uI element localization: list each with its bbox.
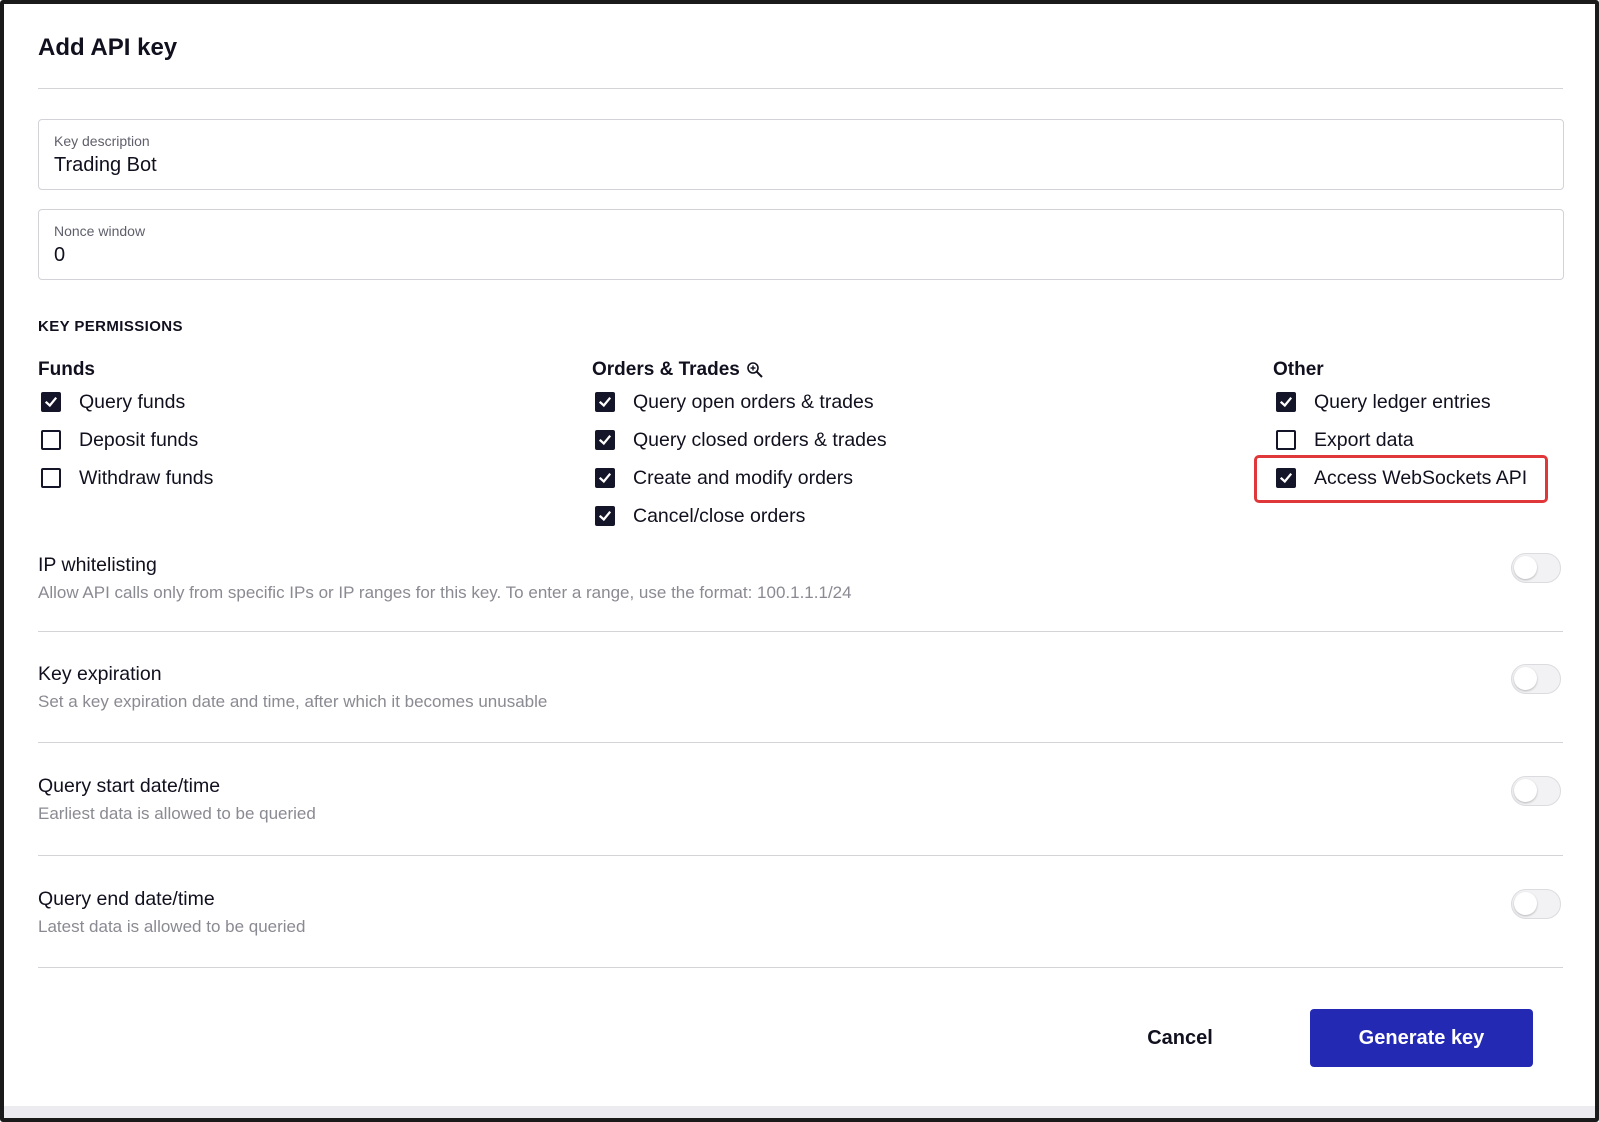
highlight-box [1254,455,1548,503]
dialog-title: Add API key [38,34,178,61]
perm-deposit-funds[interactable]: Deposit funds [38,421,213,459]
key-description-field[interactable]: Key description Trading Bot [38,119,1564,190]
zoom-in-icon [747,361,763,378]
perm-label: Deposit funds [79,428,199,451]
checkbox-checked[interactable] [595,430,615,450]
perm-withdraw-funds[interactable]: Withdraw funds [38,459,213,497]
toggle-knob [1514,779,1537,802]
setting-divider [38,631,1563,632]
perm-query-closed-orders[interactable]: Query closed orders & trades [592,421,887,459]
checkbox-checked[interactable] [595,468,615,488]
group-title-text: Orders & Trades [592,358,740,380]
permission-group-orders-trades: Orders & Trades Query open orders & trad… [592,356,887,535]
bottom-strip [4,1106,1595,1118]
perm-label: Query funds [79,390,186,413]
setting-description: Earliest data is allowed to be queried [38,804,316,823]
key-expiration-toggle[interactable] [1511,664,1561,694]
perm-label: Cancel/close orders [633,504,806,527]
checkbox-unchecked[interactable] [1276,430,1296,450]
perm-label: Query closed orders & trades [633,428,887,451]
setting-divider [38,855,1563,856]
checkbox-checked[interactable] [41,392,61,412]
perm-query-funds[interactable]: Query funds [38,383,213,421]
setting-title: Query end date/time [38,888,215,910]
setting-title: Query start date/time [38,775,221,797]
setting-description: Allow API calls only from specific IPs o… [38,583,852,602]
check-icon [598,510,612,522]
query-start-toggle[interactable] [1511,776,1561,806]
check-icon [44,396,58,408]
checkbox-unchecked[interactable] [41,430,61,450]
perm-label: Query ledger entries [1314,390,1491,413]
check-icon [598,396,612,408]
setting-key-expiration: Key expiration Set a key expiration date… [38,663,1563,712]
group-title-funds: Funds [38,358,95,380]
group-title-orders-trades: Orders & Trades [592,356,887,383]
perm-query-open-orders[interactable]: Query open orders & trades [592,383,887,421]
perm-query-ledger[interactable]: Query ledger entries [1273,383,1527,421]
checkbox-checked[interactable] [595,392,615,412]
check-icon [1279,396,1293,408]
setting-divider [38,967,1563,968]
perm-export-data[interactable]: Export data [1273,421,1527,459]
cancel-button[interactable]: Cancel [1125,1010,1235,1066]
setting-query-end: Query end date/time Latest data is allow… [38,888,1563,937]
group-title-other: Other [1273,358,1324,380]
permission-group-funds: Funds Query funds Deposit funds Withdraw… [38,356,213,497]
checkbox-checked[interactable] [595,506,615,526]
toggle-knob [1514,892,1537,915]
key-description-label: Key description [54,133,150,149]
checkbox-checked[interactable] [1276,392,1296,412]
checkbox-unchecked[interactable] [41,468,61,488]
title-divider [38,88,1563,89]
generate-key-button[interactable]: Generate key [1310,1009,1533,1067]
perm-label: Withdraw funds [79,466,214,489]
nonce-window-field[interactable]: Nonce window 0 [38,209,1564,280]
perm-label: Export data [1314,428,1414,451]
ip-whitelisting-toggle[interactable] [1511,553,1561,583]
perm-label: Query open orders & trades [633,390,874,413]
key-permissions-heading: KEY PERMISSIONS [38,318,183,335]
setting-title: IP whitelisting [38,554,157,576]
setting-description: Latest data is allowed to be queried [38,917,306,936]
toggle-knob [1514,667,1537,690]
perm-cancel-close-orders[interactable]: Cancel/close orders [592,497,887,535]
perm-create-modify-orders[interactable]: Create and modify orders [592,459,887,497]
query-end-toggle[interactable] [1511,889,1561,919]
toggle-knob [1514,556,1537,579]
key-description-input[interactable]: Trading Bot [54,154,157,177]
perm-label: Create and modify orders [633,466,854,489]
setting-title: Key expiration [38,663,162,685]
check-icon [598,434,612,446]
setting-ip-whitelisting: IP whitelisting Allow API calls only fro… [38,553,1563,603]
setting-divider [38,742,1563,743]
nonce-window-input[interactable]: 0 [54,244,65,267]
nonce-window-label: Nonce window [54,223,146,239]
setting-description: Set a key expiration date and time, afte… [38,692,548,711]
check-icon [598,472,612,484]
setting-query-start: Query start date/time Earliest data is a… [38,775,1563,824]
